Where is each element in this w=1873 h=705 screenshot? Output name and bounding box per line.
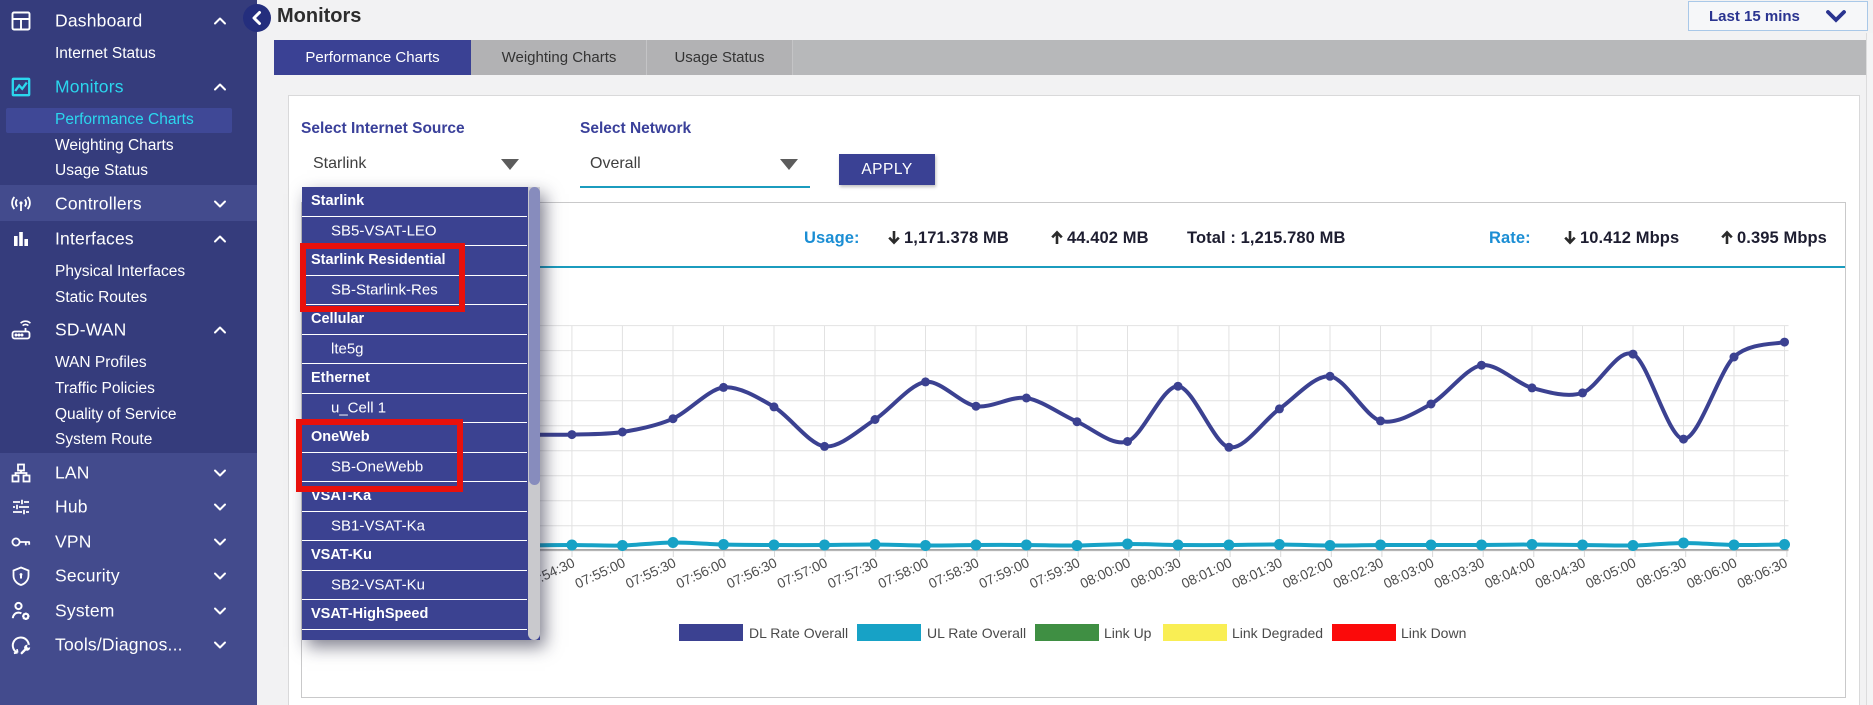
svg-text:08:06:30: 08:06:30	[1735, 555, 1790, 591]
svg-text:07:57:30: 07:57:30	[825, 555, 880, 591]
svg-text:08:00:30: 08:00:30	[1128, 555, 1183, 591]
svg-text:07:59:30: 07:59:30	[1027, 555, 1082, 591]
svg-text:08:06:00: 08:06:00	[1684, 555, 1739, 591]
svg-text:08:05:30: 08:05:30	[1634, 555, 1689, 591]
svg-text:08:00:00: 08:00:00	[1078, 555, 1133, 591]
svg-text:08:04:30: 08:04:30	[1533, 555, 1588, 591]
svg-text:07:56:30: 07:56:30	[724, 555, 779, 591]
svg-text:08:01:00: 08:01:00	[1179, 555, 1234, 591]
svg-text:07:58:30: 07:58:30	[926, 555, 981, 591]
svg-text:07:55:00: 07:55:00	[573, 555, 628, 591]
svg-text:08:02:00: 08:02:00	[1280, 555, 1335, 591]
svg-text:07:58:00: 07:58:00	[876, 555, 931, 591]
svg-text:07:59:00: 07:59:00	[977, 555, 1032, 591]
svg-text:07:55:30: 07:55:30	[623, 555, 678, 591]
svg-text:07:57:00: 07:57:00	[775, 555, 830, 591]
svg-text:08:04:00: 08:04:00	[1482, 555, 1537, 591]
svg-text:07:56:00: 07:56:00	[674, 555, 729, 591]
svg-text:08:05:00: 08:05:00	[1583, 555, 1638, 591]
svg-text:08:01:30: 08:01:30	[1230, 555, 1285, 591]
svg-text:08:02:30: 08:02:30	[1331, 555, 1386, 591]
svg-text:08:03:00: 08:03:00	[1381, 555, 1436, 591]
svg-text:08:03:30: 08:03:30	[1432, 555, 1487, 591]
